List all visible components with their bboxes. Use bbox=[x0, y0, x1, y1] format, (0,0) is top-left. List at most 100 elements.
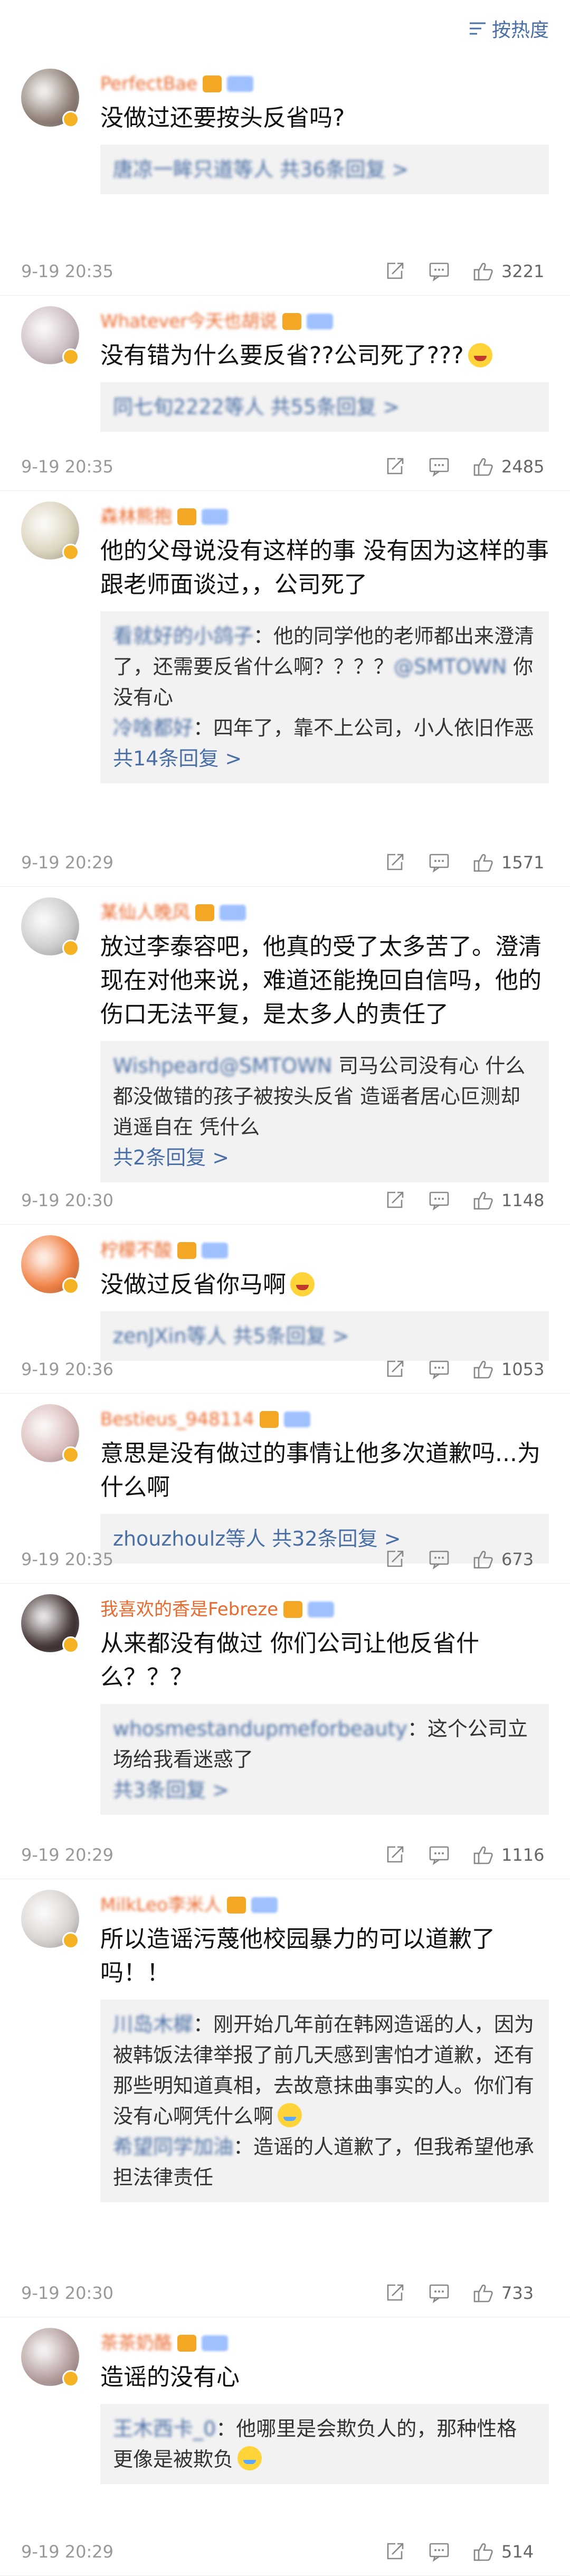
reply-author[interactable]: 希望同学加油 bbox=[113, 2135, 233, 2158]
reply-author[interactable]: Wishpeard bbox=[113, 1054, 219, 1077]
reply-author[interactable]: 川岛木樨 bbox=[113, 2013, 193, 2036]
username[interactable]: 某仙人晚风 bbox=[100, 898, 190, 927]
username[interactable]: Bestieus_948114 bbox=[100, 1405, 254, 1434]
share-icon[interactable] bbox=[383, 1189, 406, 1212]
level-badge-icon bbox=[283, 1412, 310, 1427]
view-more-replies-link[interactable]: 共14条回复 > bbox=[113, 743, 536, 774]
like-thumb-icon[interactable] bbox=[472, 1548, 495, 1571]
reply-text: ：四年了，靠不上公司，小人依旧作恶 bbox=[193, 716, 535, 740]
comment-icon[interactable] bbox=[428, 2281, 451, 2305]
comment-meta: 9-19 20:29 1571 bbox=[21, 839, 549, 886]
like-count: 1116 bbox=[501, 1845, 545, 1865]
comment-meta: 9-19 20:35 2485 bbox=[21, 443, 549, 490]
view-more-replies-link[interactable]: 同七旬2222等人 共55条回复 > bbox=[113, 392, 536, 422]
share-icon[interactable] bbox=[383, 260, 406, 283]
level-badge-icon bbox=[251, 1897, 278, 1913]
username[interactable]: 茶茶奶酪 bbox=[100, 2329, 172, 2357]
comment-icon[interactable] bbox=[428, 1843, 451, 1867]
comment-icon[interactable] bbox=[428, 2540, 451, 2563]
like-thumb-icon[interactable] bbox=[472, 2540, 495, 2563]
share-icon[interactable] bbox=[383, 851, 406, 874]
reply-line: 王木西卡_0：他哪里是会欺负人的，那种性格更像是被欺负 bbox=[113, 2413, 536, 2475]
crown-badge-icon bbox=[177, 2335, 196, 2352]
share-icon[interactable] bbox=[383, 2281, 406, 2305]
comment-list: PerfectBae 没做过还要按头反省吗? 唐凉一眸只道等人 共36条回复 > 9-… bbox=[0, 58, 570, 2576]
comment-time: 9-19 20:35 bbox=[21, 457, 114, 477]
verified-badge-icon bbox=[62, 1277, 79, 1294]
reply-author[interactable]: whosmestandupmeforbeauty bbox=[113, 1717, 407, 1740]
comment-text-content: 放过李泰容吧，他真的受了太多苦了。澄清现在对他来说，难道还能挽回自信吗，他的伤口… bbox=[100, 933, 542, 1028]
username-row: PerfectBae bbox=[100, 70, 549, 98]
like-count: 1148 bbox=[501, 1190, 545, 1210]
comment-icon[interactable] bbox=[428, 1358, 451, 1381]
view-more-replies-link[interactable]: 共3条回复 > bbox=[113, 1775, 536, 1805]
grin-emoji-icon bbox=[468, 343, 492, 367]
comment-text-content: 没做过反省你马啊 bbox=[100, 1271, 286, 1298]
crying-emoji-icon bbox=[278, 2103, 302, 2127]
reply-author[interactable]: 看就好的小鸽子 bbox=[113, 624, 253, 648]
like-count: 673 bbox=[501, 1549, 534, 1569]
like-thumb-icon[interactable] bbox=[472, 1843, 495, 1867]
like-count: 514 bbox=[501, 2542, 534, 2562]
share-icon[interactable] bbox=[383, 1548, 406, 1571]
verified-badge-icon bbox=[62, 1932, 79, 1949]
reply-line: Wishpeard@SMTOWN 司马公司没有心 什么都没做错的孩子被按头反省 … bbox=[113, 1050, 536, 1142]
comment-icon[interactable] bbox=[428, 455, 451, 478]
comment-icon[interactable] bbox=[428, 260, 451, 283]
username[interactable]: 柠檬不酸 bbox=[100, 1236, 172, 1265]
comment-icon[interactable] bbox=[428, 1189, 451, 1212]
comment-meta: 9-19 20:29 1116 bbox=[21, 1831, 549, 1879]
comment-text-content: 他的父母说没有这样的事 没有因为这样的事跟老师面谈过，，公司死了 bbox=[100, 537, 549, 598]
comment-text-content: 所以造谣污蔑他校园暴力的可以道歉了吗！！ bbox=[100, 1926, 495, 1986]
username[interactable]: 我喜欢的香是Febreze bbox=[100, 1595, 278, 1624]
reply-line: 冷啥都好：四年了，靠不上公司，小人依旧作恶 bbox=[113, 713, 536, 743]
reply-box[interactable]: Wishpeard@SMTOWN 司马公司没有心 什么都没做错的孩子被按头反省 … bbox=[100, 1041, 549, 1182]
reply-box[interactable]: 看就好的小鸽子：他的同学他的老师都出来澄清了，还需要反省什么啊？？？？@SMTO… bbox=[100, 611, 549, 783]
like-thumb-icon[interactable] bbox=[472, 851, 495, 874]
share-icon[interactable] bbox=[383, 455, 406, 478]
crown-badge-icon bbox=[203, 75, 222, 92]
reply-box[interactable]: 川岛木樨：刚开始几年前在韩网造谣的人，因为被韩饭法律举报了前几天感到害怕才道歉，… bbox=[100, 2000, 549, 2202]
reply-box[interactable]: 唐凉一眸只道等人 共36条回复 > bbox=[100, 145, 549, 194]
reply-author[interactable]: 王木西卡_0 bbox=[113, 2417, 216, 2440]
verified-badge-icon bbox=[62, 940, 79, 956]
mention-link[interactable]: @SMTOWN bbox=[394, 655, 507, 678]
share-icon[interactable] bbox=[383, 1358, 406, 1381]
sort-by-hot-button[interactable]: 按热度 bbox=[469, 15, 549, 42]
level-badge-icon bbox=[308, 1602, 335, 1617]
username[interactable]: 森林熊抱 bbox=[100, 503, 172, 531]
comment-text-content: 意思是没有做过的事情让他多次道歉吗...为什么啊 bbox=[100, 1440, 540, 1501]
reply-box[interactable]: 同七旬2222等人 共55条回复 > bbox=[100, 382, 549, 432]
username[interactable]: PerfectBae bbox=[100, 70, 197, 98]
comment-meta: 9-19 20:36 1053 bbox=[21, 1346, 549, 1393]
reply-line: 希望同学加油：造谣的人道歉了，但我希望他承担法律责任 bbox=[113, 2132, 536, 2193]
share-icon[interactable] bbox=[383, 1843, 406, 1867]
like-thumb-icon[interactable] bbox=[472, 455, 495, 478]
share-icon[interactable] bbox=[383, 2540, 406, 2563]
reply-line: 看就好的小鸽子：他的同学他的老师都出来澄清了，还需要反省什么啊？？？？@SMTO… bbox=[113, 621, 536, 713]
reply-box[interactable]: 王木西卡_0：他哪里是会欺负人的，那种性格更像是被欺负 bbox=[100, 2404, 549, 2484]
reply-author[interactable]: 冷啥都好 bbox=[113, 716, 193, 740]
like-thumb-icon[interactable] bbox=[472, 260, 495, 283]
username[interactable]: MilkLeo李米人 bbox=[100, 1891, 222, 1919]
sort-label: 按热度 bbox=[491, 20, 549, 41]
like-thumb-icon[interactable] bbox=[472, 2281, 495, 2305]
comment-icon[interactable] bbox=[428, 851, 451, 874]
like-thumb-icon[interactable] bbox=[472, 1189, 495, 1212]
view-more-replies-link[interactable]: 共2条回复 > bbox=[113, 1142, 536, 1173]
comment-meta: 9-19 20:29 514 bbox=[21, 2528, 549, 2575]
username[interactable]: Whatever今天也胡说 bbox=[100, 307, 277, 336]
comment-text: 没做过反省你马啊 bbox=[100, 1268, 549, 1302]
mention-link[interactable]: @SMTOWN bbox=[219, 1054, 332, 1077]
reply-box[interactable]: whosmestandupmeforbeauty：这个公司立场给我看迷惑了 共3条… bbox=[100, 1704, 549, 1815]
crown-badge-icon bbox=[283, 1601, 303, 1618]
like-thumb-icon[interactable] bbox=[472, 1358, 495, 1381]
comment-icon[interactable] bbox=[428, 1548, 451, 1571]
crying-emoji-icon bbox=[238, 2446, 262, 2470]
view-more-replies-link[interactable]: 唐凉一眸只道等人 共36条回复 > bbox=[113, 154, 536, 185]
comment-item: 柠檬不酸 没做过反省你马啊 zenJXin等人 共5条回复 >9-19 20:36 1… bbox=[0, 1225, 570, 1394]
like-count: 3221 bbox=[501, 261, 545, 281]
comment-text: 没做过还要按头反省吗? bbox=[100, 101, 549, 135]
verified-badge-icon bbox=[62, 111, 79, 128]
comment-meta: 9-19 20:35 673 bbox=[21, 1536, 549, 1583]
